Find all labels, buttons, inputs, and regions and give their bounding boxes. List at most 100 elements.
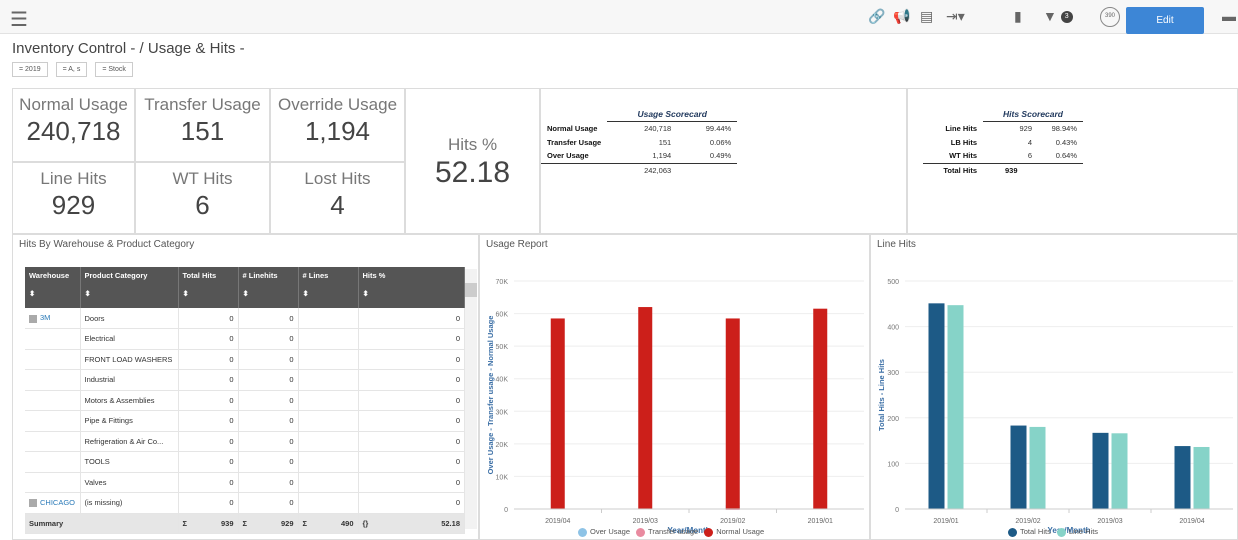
scorecard-value: 4 xyxy=(1027,137,1032,147)
warehouse-link[interactable]: CHICAGO xyxy=(40,498,75,507)
hits-table: Warehouse ⬍ Product Category ⬍ Total Hits ⬍… xyxy=(25,267,465,534)
collapse-icon[interactable] xyxy=(29,499,37,508)
table-scrollbar[interactable] xyxy=(465,269,477,529)
cell-warehouse xyxy=(25,349,81,370)
collapse-icon[interactable] xyxy=(29,314,37,323)
bookmark-icon[interactable]: ▮ xyxy=(1014,8,1022,25)
legend-item[interactable]: Normal Usage xyxy=(704,527,764,537)
scorecard-total: 242,063 xyxy=(644,165,672,175)
col-header[interactable]: # Lines ⬍ xyxy=(298,267,359,308)
panel-title: Line Hits xyxy=(877,239,916,250)
panel-title: Usage Report xyxy=(486,239,548,250)
col-header[interactable]: # Linehits ⬍ xyxy=(238,267,299,308)
scorecard-label: LB Hits xyxy=(950,137,977,147)
bar xyxy=(1092,432,1109,509)
col-header[interactable]: Hits % ⬍ xyxy=(358,267,465,308)
hits-legend: Total Hits Line Hits xyxy=(1008,527,1098,537)
table-row[interactable]: Industrial 0 0 0 xyxy=(25,369,465,391)
warehouse-link[interactable]: 3M xyxy=(40,313,50,322)
kpi-label: Transfer Usage xyxy=(144,95,261,114)
kpi-line-hits: Line Hits 929 xyxy=(12,162,135,234)
kpi-label: Hits % xyxy=(447,135,498,154)
y-tick-label: 50K xyxy=(496,344,509,351)
scrollbar-thumb[interactable] xyxy=(465,283,477,297)
table-row[interactable]: FRONT LOAD WASHERS 0 0 0 xyxy=(25,349,465,370)
cell-category: Industrial xyxy=(80,369,179,391)
export-icon[interactable]: ⇥▾ xyxy=(946,8,965,25)
y-tick-label: 60K xyxy=(496,312,509,319)
cell-linehits: 0 xyxy=(238,308,299,329)
col-header[interactable]: Total Hits ⬍ xyxy=(178,267,239,308)
scorecard-value: 151 xyxy=(658,137,672,147)
cell-total-hits: 0 xyxy=(178,451,239,473)
filter-chip-class[interactable]: = A, s xyxy=(55,62,88,77)
cell-hits-pct: 0 xyxy=(358,492,465,514)
table-row[interactable]: Pipe & Fittings 0 0 0 xyxy=(25,410,465,432)
table-row[interactable]: 3M Doors 0 0 0 xyxy=(25,308,465,329)
edit-button[interactable]: Edit xyxy=(1126,7,1204,34)
bar xyxy=(550,318,565,509)
cell-category: Electrical xyxy=(80,328,179,350)
kpi-hits-pct: Hits % 52.18 xyxy=(405,88,540,234)
x-tick-label: 2019/01 xyxy=(933,518,958,525)
filter-chip-type[interactable]: = Stock xyxy=(95,62,133,77)
cell-category: Doors xyxy=(80,308,179,329)
x-tick-label: 2019/03 xyxy=(1097,518,1122,525)
summary-row: Summary Σ 939 Σ 929 Σ 490{} 52.18 xyxy=(25,513,465,534)
scorecard-label: Normal Usage xyxy=(547,123,598,133)
bar xyxy=(1010,425,1027,509)
scorecard-value: 929 xyxy=(1019,123,1032,133)
legend-item[interactable]: Total Hits xyxy=(1008,527,1051,537)
cell-linehits: 0 xyxy=(238,492,299,514)
cell-lines xyxy=(298,492,359,514)
table-row[interactable]: CHICAGO (is missing) 0 0 0 xyxy=(25,492,465,514)
cell-hits-pct: 0 xyxy=(358,349,465,370)
kpi-label: Override Usage xyxy=(277,95,398,114)
cell-warehouse xyxy=(25,369,81,391)
cell-lines xyxy=(298,369,359,391)
top-toolbar: ☰ 🔗 📢 ▤ ⇥▾ ▮ ▼ 3 390 Edit ▬ xyxy=(0,0,1238,34)
cell-category: TOOLS xyxy=(80,451,179,473)
line-hits-panel: Line Hits 0 100 200 300 400 500 2019/01 2019/02… xyxy=(870,234,1238,540)
cell-hits-pct: 0 xyxy=(358,369,465,391)
cell-warehouse xyxy=(25,431,81,452)
link-icon[interactable]: 🔗 xyxy=(868,8,885,25)
table-row[interactable]: TOOLS 0 0 0 xyxy=(25,451,465,473)
y-tick-label: 40K xyxy=(496,377,509,384)
kpi-normal-usage: Normal Usage 240,718 xyxy=(12,88,135,162)
table-row[interactable]: Electrical 0 0 0 xyxy=(25,328,465,350)
cell-linehits: 0 xyxy=(238,349,299,370)
table-row[interactable]: Valves 0 0 0 xyxy=(25,472,465,493)
x-tick-label: 2019/03 xyxy=(633,518,658,525)
hamburger-menu-icon[interactable]: ☰ xyxy=(10,7,28,32)
cell-warehouse xyxy=(25,410,81,432)
scorecard-total: 939 xyxy=(1005,165,1018,175)
table-row[interactable]: Motors & Assemblies 0 0 0 xyxy=(25,390,465,411)
filter-chip-year[interactable]: = 2019 xyxy=(12,62,48,77)
table-row[interactable]: Refrigeration & Air Co... 0 0 0 xyxy=(25,431,465,452)
legend-item[interactable]: Over Usage xyxy=(578,527,630,537)
cell-linehits: 0 xyxy=(238,328,299,350)
kpi-wt-hits: WT Hits 6 xyxy=(135,162,270,234)
col-header[interactable]: Product Category ⬍ xyxy=(80,267,179,308)
history-icon[interactable]: 390 xyxy=(1100,7,1120,27)
x-tick-label: 2019/04 xyxy=(545,518,570,525)
kpi-label: Line Hits xyxy=(40,169,107,188)
folder-icon[interactable]: ▬ xyxy=(1222,8,1236,24)
col-header[interactable]: Warehouse ⬍ xyxy=(25,267,81,308)
legend-item[interactable]: Transfer usage xyxy=(636,527,698,537)
hits-table-scroll[interactable]: Warehouse ⬍ Product Category ⬍ Total Hits ⬍… xyxy=(25,267,477,539)
y-tick-label: 200 xyxy=(887,416,899,423)
filter-icon[interactable]: ▼ 3 xyxy=(1043,8,1073,24)
copy-icon[interactable]: ▤ xyxy=(920,8,933,25)
cell-category: Refrigeration & Air Co... xyxy=(80,431,179,452)
scorecard-pct: 0.06% xyxy=(709,137,732,147)
cell-total-hits: 0 xyxy=(178,492,239,514)
cell-linehits: 0 xyxy=(238,451,299,473)
bar xyxy=(1174,446,1191,509)
cell-hits-pct: 0 xyxy=(358,431,465,452)
cell-category: FRONT LOAD WASHERS xyxy=(80,349,179,370)
cell-lines xyxy=(298,451,359,473)
megaphone-icon[interactable]: 📢 xyxy=(893,8,910,25)
legend-item[interactable]: Line Hits xyxy=(1056,527,1098,537)
